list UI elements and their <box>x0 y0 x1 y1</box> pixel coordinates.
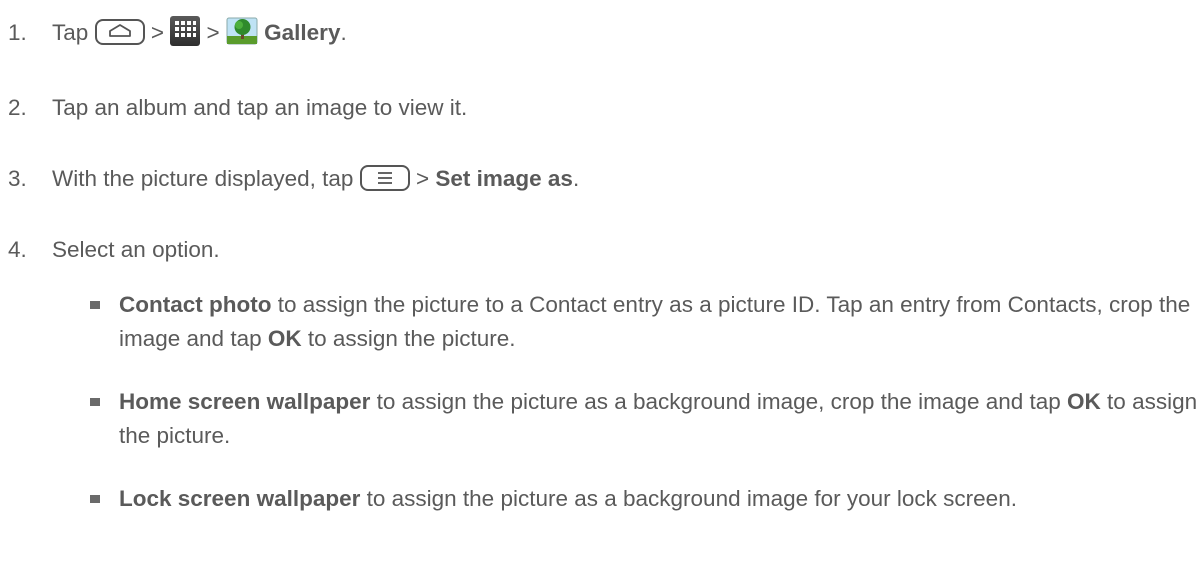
home-key-icon <box>94 19 145 45</box>
ok-label: OK <box>267 326 302 351</box>
step-3: 3. With the picture displayed, tap > Set … <box>8 164 579 194</box>
separator: > <box>415 166 430 191</box>
option-home-screen-wallpaper: Home screen wallpaper to assign the pict… <box>119 385 1199 453</box>
bullet-icon <box>90 301 100 309</box>
gallery-label: Gallery <box>264 20 341 45</box>
step-text: Tap an album and tap an image to view it… <box>52 95 468 120</box>
step-2: 2. Tap an album and tap an image to view … <box>8 93 467 123</box>
menu-key-icon <box>359 165 410 191</box>
option-title: Home screen wallpaper <box>119 389 371 414</box>
period: . <box>340 20 347 45</box>
ok-label: OK <box>1067 389 1101 414</box>
separator: > <box>150 20 164 45</box>
step-number: 2. <box>8 95 27 120</box>
step-4: 4. Select an option. <box>8 235 220 265</box>
step-number: 3. <box>8 166 27 191</box>
step-text: Select an option. <box>52 237 220 262</box>
step-1: 1. Tap > > Gallery. <box>8 16 347 48</box>
separator: > <box>206 20 220 45</box>
option-lock-screen-wallpaper: Lock screen wallpaper to assign the pict… <box>119 482 1199 516</box>
period: . <box>572 166 580 191</box>
option-title: Lock screen wallpaper <box>119 486 361 511</box>
bullet-icon <box>90 495 100 503</box>
step-text: With the picture displayed, tap <box>52 166 354 191</box>
apps-grid-icon <box>170 16 201 46</box>
option-title: Contact photo <box>119 292 272 317</box>
option-text: to assign the picture as a background im… <box>370 389 1068 414</box>
step-text: Tap <box>52 20 89 45</box>
step-number: 1. <box>8 20 27 45</box>
option-text: to assign the picture as a background im… <box>360 486 1017 511</box>
gallery-tree-icon <box>226 16 258 46</box>
option-contact-photo: Contact photo to assign the picture to a… <box>119 288 1199 356</box>
step-number: 4. <box>8 237 27 262</box>
option-text: to assign the picture. <box>301 326 516 351</box>
bullet-icon <box>90 398 100 406</box>
set-image-as-label: Set image as <box>435 166 573 191</box>
